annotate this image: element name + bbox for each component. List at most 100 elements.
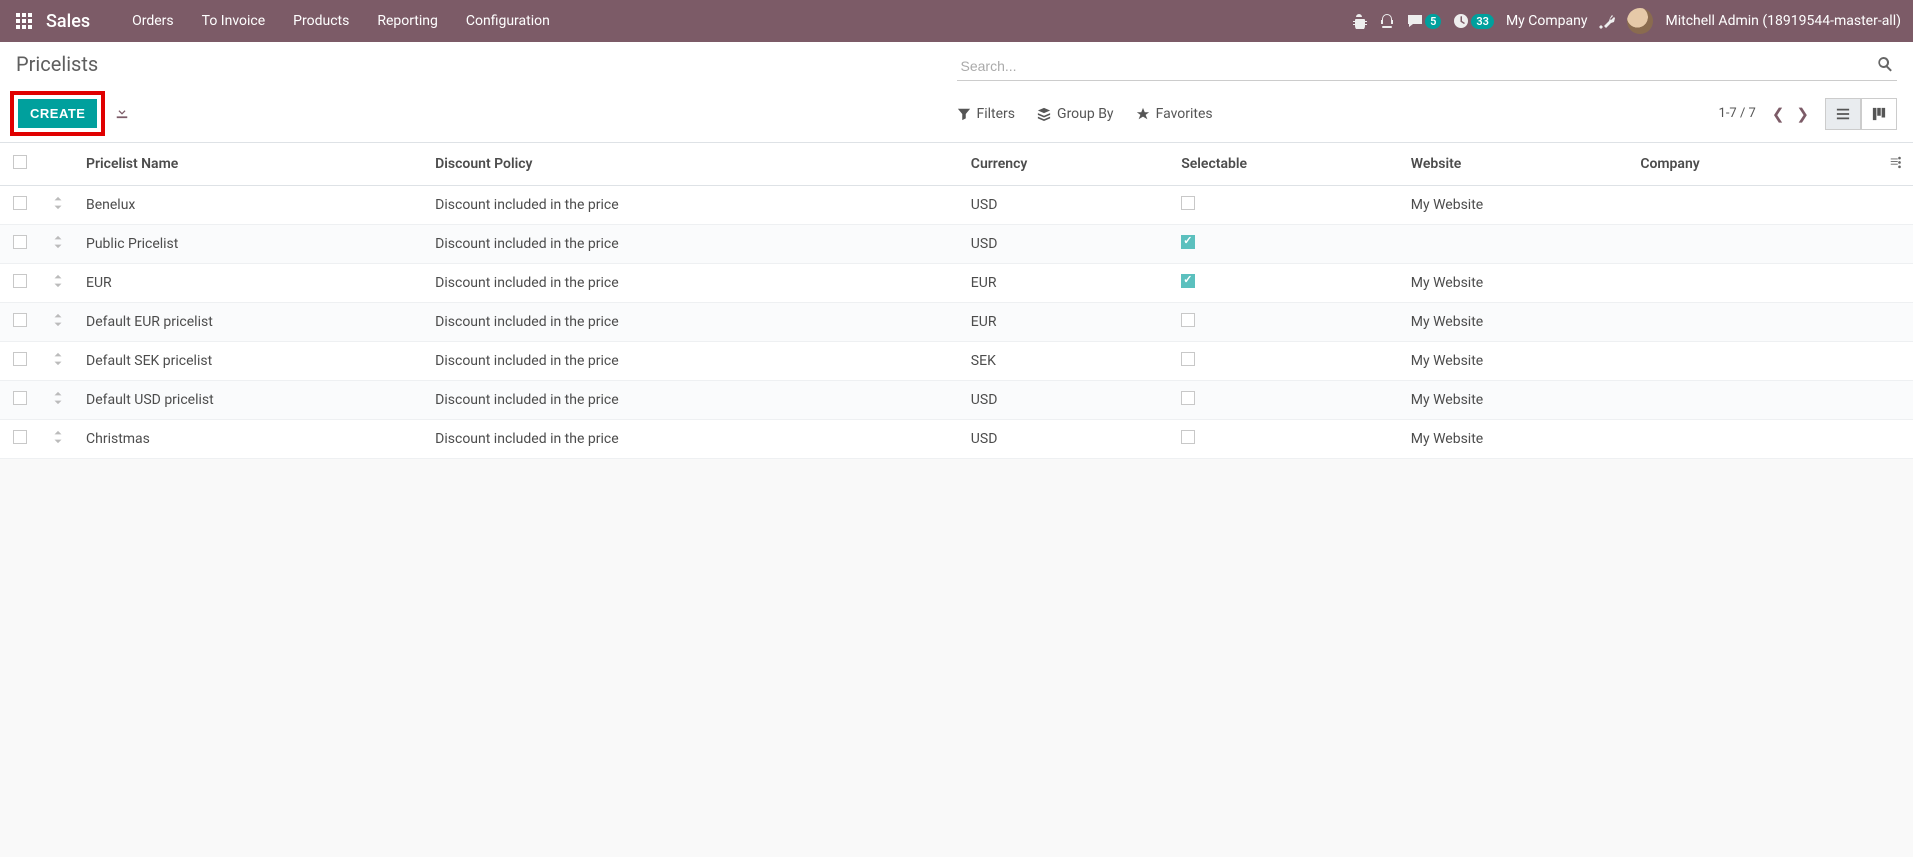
row-checkbox[interactable]: [13, 274, 27, 288]
row-checkbox[interactable]: [13, 196, 27, 210]
cell-selectable[interactable]: [1171, 342, 1401, 381]
cell-currency: EUR: [961, 264, 1171, 303]
bug-icon[interactable]: [1351, 13, 1367, 29]
table-row[interactable]: Default SEK pricelistDiscount included i…: [0, 342, 1913, 381]
menu-products[interactable]: Products: [279, 0, 363, 42]
cell-name: Default EUR pricelist: [76, 303, 425, 342]
cell-selectable[interactable]: [1171, 186, 1401, 225]
drag-handle-icon[interactable]: [40, 303, 76, 342]
import-icon[interactable]: [115, 105, 129, 123]
messages-icon[interactable]: 5: [1407, 13, 1441, 29]
cell-currency: EUR: [961, 303, 1171, 342]
cell-selectable[interactable]: [1171, 420, 1401, 459]
company-switcher[interactable]: My Company: [1506, 13, 1588, 29]
col-header-currency[interactable]: Currency: [961, 143, 1171, 186]
cell-discount: Discount included in the price: [425, 420, 961, 459]
cell-name: Christmas: [76, 420, 425, 459]
cell-currency: SEK: [961, 342, 1171, 381]
cell-currency: USD: [961, 420, 1171, 459]
pager-value[interactable]: 1-7 / 7: [1719, 106, 1756, 121]
groupby-button[interactable]: Group By: [1037, 106, 1114, 122]
app-name[interactable]: Sales: [46, 11, 90, 32]
menu-reporting[interactable]: Reporting: [363, 0, 452, 42]
funnel-icon: [957, 107, 971, 121]
row-checkbox[interactable]: [13, 313, 27, 327]
filters-button[interactable]: Filters: [957, 106, 1016, 122]
filters-label: Filters: [977, 106, 1016, 122]
cell-selectable[interactable]: [1171, 303, 1401, 342]
create-button[interactable]: CREATE: [18, 99, 97, 128]
cell-company: [1630, 342, 1879, 381]
col-header-discount[interactable]: Discount Policy: [425, 143, 961, 186]
col-header-selectable[interactable]: Selectable: [1171, 143, 1401, 186]
user-menu[interactable]: Mitchell Admin (18919544-master-all): [1665, 13, 1901, 29]
apps-icon[interactable]: [12, 9, 36, 33]
select-all-checkbox[interactable]: [13, 155, 27, 169]
cell-company: [1630, 381, 1879, 420]
table-row[interactable]: Public PricelistDiscount included in the…: [0, 225, 1913, 264]
debug-tools-icon[interactable]: [1599, 13, 1615, 29]
column-options-icon[interactable]: [1889, 157, 1903, 173]
table-row[interactable]: BeneluxDiscount included in the priceUSD…: [0, 186, 1913, 225]
pager-next-icon[interactable]: ❯: [1792, 103, 1813, 125]
col-header-company[interactable]: Company: [1630, 143, 1879, 186]
view-list-button[interactable]: [1825, 98, 1861, 130]
cell-website: My Website: [1401, 381, 1631, 420]
table-row[interactable]: Default USD pricelistDiscount included i…: [0, 381, 1913, 420]
cell-discount: Discount included in the price: [425, 303, 961, 342]
activities-icon[interactable]: 33: [1453, 13, 1494, 29]
cell-name: EUR: [76, 264, 425, 303]
search-icon[interactable]: [1873, 52, 1897, 80]
kanban-icon: [1872, 107, 1886, 121]
cell-website: My Website: [1401, 186, 1631, 225]
view-kanban-button[interactable]: [1861, 98, 1897, 130]
activities-badge: 33: [1471, 14, 1494, 29]
cell-company: [1630, 186, 1879, 225]
cell-website: My Website: [1401, 264, 1631, 303]
row-checkbox[interactable]: [13, 352, 27, 366]
cell-company: [1630, 225, 1879, 264]
cell-discount: Discount included in the price: [425, 381, 961, 420]
table-row[interactable]: EURDiscount included in the priceEURMy W…: [0, 264, 1913, 303]
menu-configuration[interactable]: Configuration: [452, 0, 564, 42]
cell-discount: Discount included in the price: [425, 342, 961, 381]
menu-orders[interactable]: Orders: [118, 0, 188, 42]
top-navbar: Sales Orders To Invoice Products Reporti…: [0, 0, 1913, 42]
cell-selectable[interactable]: [1171, 225, 1401, 264]
drag-handle-icon[interactable]: [40, 381, 76, 420]
cell-company: [1630, 264, 1879, 303]
cell-selectable[interactable]: [1171, 264, 1401, 303]
drag-handle-icon[interactable]: [40, 342, 76, 381]
avatar[interactable]: [1627, 8, 1653, 34]
cell-website: My Website: [1401, 420, 1631, 459]
cell-website: [1401, 225, 1631, 264]
drag-handle-icon[interactable]: [40, 225, 76, 264]
cell-currency: USD: [961, 381, 1171, 420]
cell-selectable[interactable]: [1171, 381, 1401, 420]
support-icon[interactable]: [1379, 13, 1395, 29]
drag-handle-icon[interactable]: [40, 186, 76, 225]
col-header-website[interactable]: Website: [1401, 143, 1631, 186]
table-row[interactable]: ChristmasDiscount included in the priceU…: [0, 420, 1913, 459]
create-highlight: CREATE: [10, 91, 105, 136]
cell-company: [1630, 303, 1879, 342]
layers-icon: [1037, 107, 1051, 121]
drag-handle-icon[interactable]: [40, 264, 76, 303]
list-icon: [1836, 107, 1850, 121]
cell-website: My Website: [1401, 303, 1631, 342]
pager-prev-icon[interactable]: ❮: [1768, 103, 1789, 125]
row-checkbox[interactable]: [13, 430, 27, 444]
row-checkbox[interactable]: [13, 235, 27, 249]
col-header-name[interactable]: Pricelist Name: [76, 143, 425, 186]
table-row[interactable]: Default EUR pricelistDiscount included i…: [0, 303, 1913, 342]
page-title: Pricelists: [16, 52, 98, 76]
list-view: Pricelist Name Discount Policy Currency …: [0, 143, 1913, 459]
drag-handle-icon[interactable]: [40, 420, 76, 459]
row-checkbox[interactable]: [13, 391, 27, 405]
control-panel: Pricelists CREATE Filters: [0, 42, 1913, 143]
search-input[interactable]: [957, 52, 1874, 80]
cell-name: Default SEK pricelist: [76, 342, 425, 381]
menu-to-invoice[interactable]: To Invoice: [188, 0, 280, 42]
favorites-button[interactable]: Favorites: [1136, 106, 1213, 122]
cell-website: My Website: [1401, 342, 1631, 381]
